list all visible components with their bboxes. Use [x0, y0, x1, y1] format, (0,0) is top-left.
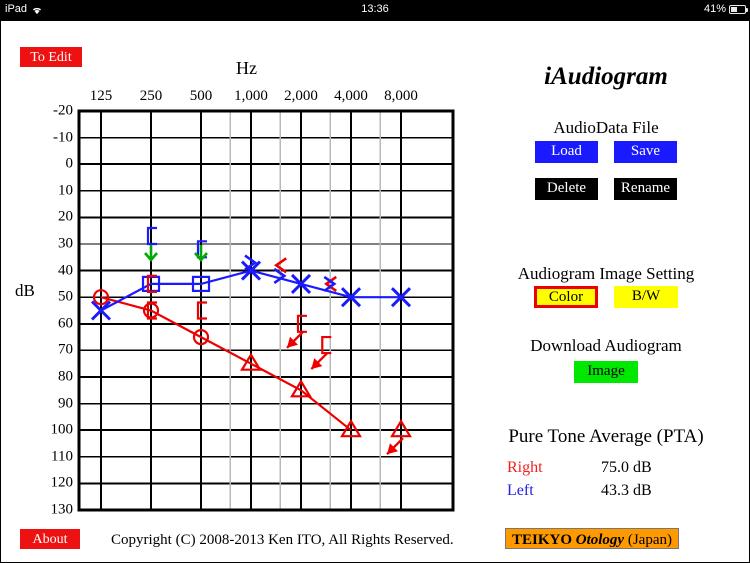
pta-title: Pure Tone Average (PTA)	[508, 426, 704, 447]
y-tick--10: -10	[53, 129, 73, 146]
teikyo-label: TEIKYO	[512, 532, 573, 548]
pta-right-value: 75.0 dB	[601, 459, 652, 476]
pta-right-label: Right	[507, 459, 543, 476]
load-button[interactable]: Load	[535, 141, 598, 163]
bw-mode-button[interactable]: B/W	[614, 286, 678, 308]
y-tick-70: 70	[58, 341, 73, 358]
teikyo-otology-badge[interactable]: TEIKYO Otology (Japan)	[505, 528, 679, 549]
ios-status-bar: iPad 13:36 41%	[0, 0, 750, 20]
otology-label: Otology	[575, 532, 625, 548]
image-setting-row: Color B/W	[471, 286, 741, 308]
rename-button[interactable]: Rename	[614, 178, 677, 200]
about-button[interactable]: About	[20, 529, 80, 549]
download-heading: Download Audiogram	[530, 336, 682, 355]
color-mode-button[interactable]: Color	[534, 286, 598, 308]
x-tick-500: 500	[189, 88, 213, 104]
x-tick-8000: 8,000	[384, 88, 418, 104]
audiogram-chart[interactable]: 125 250 500 1,000 2,000 4,000 8,000 -20 -10 0 10 2…	[1, 21, 471, 521]
battery-percent: 41%	[703, 3, 726, 15]
y-tick-110: 110	[51, 448, 73, 465]
x-tick-1000: 1,000	[234, 88, 268, 104]
series-left-bone-conduction	[146, 226, 337, 292]
x-tick-4000: 4,000	[334, 88, 368, 104]
status-clock: 13:36	[361, 3, 389, 15]
download-image-button[interactable]: Image	[574, 361, 638, 383]
y-tick--20: -20	[53, 102, 73, 119]
y-tick-30: 30	[58, 235, 73, 252]
status-right: 41%	[703, 3, 748, 15]
y-tick-100: 100	[50, 421, 74, 438]
y-tick-0: 0	[65, 155, 74, 172]
pta-left-label: Left	[507, 482, 534, 499]
audiodata-row-1: Load Save	[471, 141, 741, 163]
x-tick-250: 250	[139, 88, 163, 104]
japan-label: (Japan)	[627, 532, 672, 548]
y-tick-120: 120	[50, 474, 74, 491]
audiodata-row-2: Delete Rename	[471, 178, 741, 200]
y-tick-40: 40	[58, 262, 73, 279]
y-tick-90: 90	[58, 395, 73, 412]
y-tick-80: 80	[58, 368, 73, 385]
y-tick-10: 10	[58, 182, 73, 199]
app-root: iPad 13:36 41% To Edit Hz dB 125 250 500 1,…	[0, 0, 750, 563]
y-tick-50: 50	[58, 288, 73, 305]
y-tick-130: 130	[50, 501, 74, 518]
image-setting-heading: Audiogram Image Setting	[517, 264, 695, 283]
delete-button[interactable]: Delete	[535, 178, 598, 200]
x-tick-125: 125	[89, 88, 113, 104]
copyright-text: Copyright (C) 2008-2013 Ken ITO, All Rig…	[111, 532, 454, 548]
x-tick-2000: 2,000	[284, 88, 318, 104]
y-tick-20: 20	[58, 208, 73, 225]
audiodata-heading: AudioData File	[553, 118, 659, 137]
main-content: To Edit Hz dB 125 250 500 1,000 2,000 4,000 8,…	[0, 20, 750, 563]
page-title: iAudiogram	[544, 63, 668, 90]
battery-icon	[729, 4, 748, 14]
download-row: Image	[471, 361, 741, 383]
y-tick-60: 60	[58, 315, 73, 332]
pta-left-value: 43.3 dB	[601, 482, 652, 499]
save-button[interactable]: Save	[614, 141, 677, 163]
